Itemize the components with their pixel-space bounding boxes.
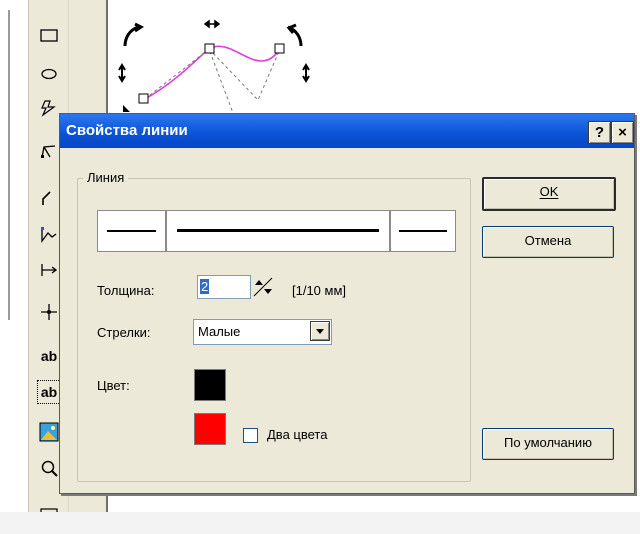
selected-curve[interactable] (144, 45, 281, 100)
thickness-unit: [1/10 мм] (292, 283, 347, 298)
two-colors-label: Два цвета (267, 427, 328, 442)
line-end-sample (399, 230, 447, 232)
zoom-tool-icon[interactable] (37, 456, 61, 480)
default-button[interactable]: По умолчанию (482, 428, 614, 460)
text-tool-icon[interactable]: ab (37, 344, 61, 368)
left-panel-edge (0, 0, 14, 520)
image-tool-icon[interactable] (37, 420, 61, 444)
resize-horizontal-icon[interactable] (203, 19, 221, 29)
thickness-label: Толщина: (97, 283, 155, 298)
thickness-input[interactable]: 2 (197, 275, 251, 299)
resize-vertical-icon[interactable] (118, 63, 126, 83)
cancel-button[interactable]: Отмена (482, 226, 614, 258)
two-colors-checkbox[interactable] (243, 428, 258, 443)
line-style-box[interactable] (166, 210, 390, 252)
rectangle-tool-icon[interactable] (37, 24, 61, 48)
line-end-style-box[interactable] (390, 210, 456, 252)
rotate-handle-icon[interactable] (286, 23, 303, 47)
textbox-tool-icon[interactable]: ab (37, 380, 61, 404)
line-start-style-box[interactable] (97, 210, 166, 252)
chevron-down-icon[interactable] (310, 321, 330, 341)
rotate-handle-icon[interactable] (123, 105, 130, 112)
ellipse-tool-icon[interactable] (37, 62, 61, 86)
group-label: Линия (83, 170, 129, 185)
polygon-tool-icon[interactable] (37, 96, 61, 120)
arrows-value: Малые (198, 324, 241, 339)
canvas-drawing[interactable] (108, 0, 348, 114)
line-properties-dialog: Свойства линии ? × Линия Толщина: 2 [1/1… (59, 113, 635, 494)
line-tool-icon[interactable] (37, 186, 61, 210)
rotate-handle-icon[interactable] (123, 22, 144, 47)
primary-color-swatch[interactable] (194, 369, 226, 401)
close-button[interactable]: × (611, 121, 634, 144)
color-label: Цвет: (97, 378, 130, 393)
status-area (0, 512, 640, 534)
dialog-titlebar[interactable]: Свойства линии ? × (60, 114, 634, 148)
arrows-label: Стрелки: (97, 325, 151, 340)
ok-label: OK (539, 184, 559, 199)
line-start-sample (107, 230, 156, 232)
curve-tool-icon[interactable] (37, 222, 61, 246)
point-tool-icon[interactable] (37, 300, 61, 324)
resize-vertical-icon[interactable] (302, 63, 310, 83)
arrows-select[interactable]: Малые (193, 319, 332, 345)
polyline-tool-icon[interactable] (37, 140, 61, 164)
control-point-handle[interactable] (274, 43, 285, 54)
line-sample (177, 229, 379, 232)
thickness-value: 2 (200, 279, 210, 294)
dimension-tool-icon[interactable] (37, 258, 61, 282)
ok-button[interactable]: OK (482, 177, 616, 211)
control-point-handle[interactable] (138, 93, 149, 104)
thickness-spin-icon[interactable] (252, 276, 274, 298)
help-button[interactable]: ? (588, 121, 611, 144)
dialog-title: Свойства линии (66, 122, 188, 139)
secondary-color-swatch[interactable] (194, 413, 226, 445)
control-lines (144, 48, 281, 114)
control-point-handle[interactable] (204, 43, 215, 54)
